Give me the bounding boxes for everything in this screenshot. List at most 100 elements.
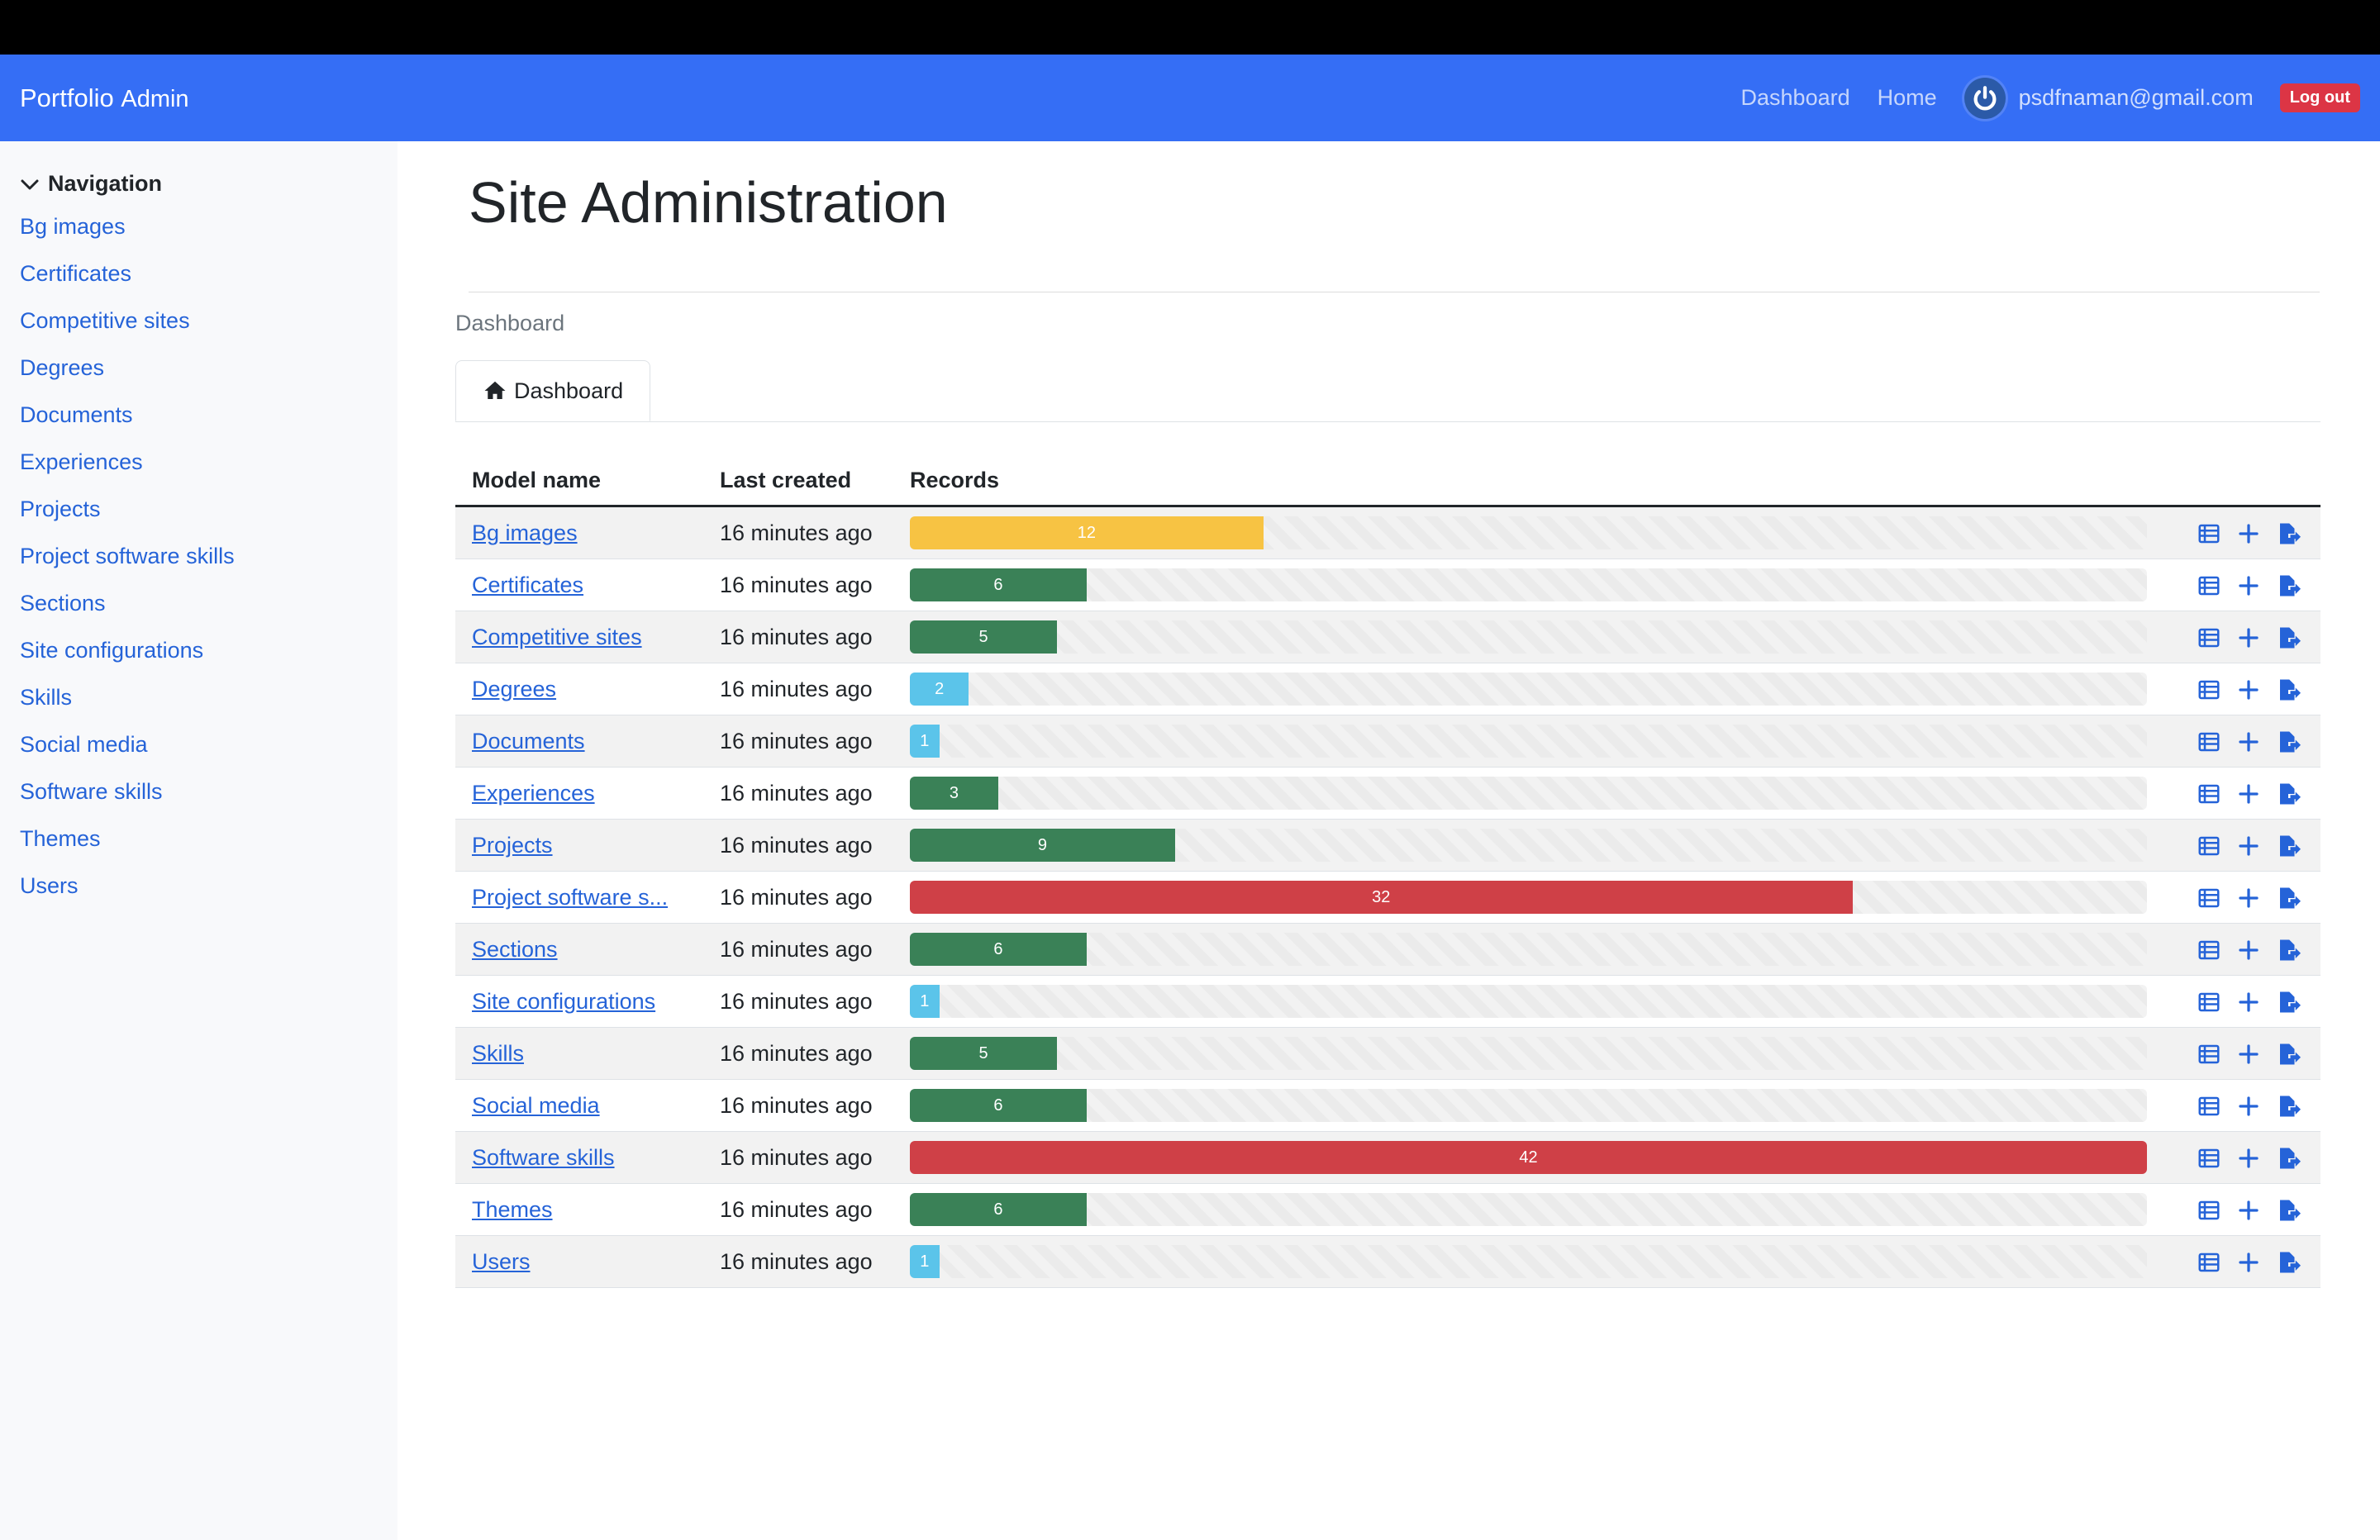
model-link[interactable]: Certificates — [472, 573, 583, 597]
avatar[interactable] — [1963, 77, 2006, 119]
model-link[interactable]: Sections — [472, 937, 558, 962]
records-bar: 5 — [910, 1037, 1058, 1070]
model-link[interactable]: Users — [472, 1249, 531, 1274]
model-link[interactable]: Site configurations — [472, 989, 655, 1014]
records-count: 32 — [1372, 887, 1391, 906]
navigation-heading[interactable]: Navigation — [20, 171, 397, 197]
export-file-icon[interactable] — [2276, 1146, 2301, 1171]
list-icon[interactable] — [2197, 1250, 2221, 1275]
records-count: 3 — [949, 783, 959, 802]
list-icon[interactable] — [2197, 1198, 2221, 1223]
table-row: Sections 16 minutes ago 6 — [455, 923, 2320, 976]
sidebar-item-project-software-skills[interactable]: Project software skills — [20, 533, 397, 580]
records-bar: 12 — [910, 516, 1264, 549]
tab-dashboard[interactable]: Dashboard — [455, 360, 651, 421]
export-file-icon[interactable] — [2276, 573, 2301, 598]
brand-logo[interactable]: Portfolio Admin — [20, 83, 189, 113]
export-file-icon[interactable] — [2276, 677, 2301, 702]
sidebar-item-experiences[interactable]: Experiences — [20, 439, 397, 486]
list-icon[interactable] — [2197, 573, 2221, 598]
list-icon[interactable] — [2197, 625, 2221, 650]
model-link[interactable]: Bg images — [472, 520, 578, 545]
list-icon[interactable] — [2197, 1094, 2221, 1119]
list-icon[interactable] — [2197, 521, 2221, 546]
model-link[interactable]: Projects — [472, 833, 553, 858]
plus-icon[interactable] — [2236, 1042, 2261, 1067]
model-link[interactable]: Documents — [472, 729, 585, 753]
list-icon[interactable] — [2197, 938, 2221, 962]
records-bar: 6 — [910, 1193, 1087, 1226]
plus-icon[interactable] — [2236, 1094, 2261, 1119]
export-file-icon[interactable] — [2276, 625, 2301, 650]
table-row: Certificates 16 minutes ago 6 — [455, 558, 2320, 611]
export-file-icon[interactable] — [2276, 886, 2301, 910]
sidebar-item-degrees[interactable]: Degrees — [20, 345, 397, 392]
export-file-icon[interactable] — [2276, 1198, 2301, 1223]
plus-icon[interactable] — [2236, 886, 2261, 910]
plus-icon[interactable] — [2236, 573, 2261, 598]
model-link[interactable]: Software skills — [472, 1145, 615, 1170]
plus-icon[interactable] — [2236, 1146, 2261, 1171]
plus-icon[interactable] — [2236, 677, 2261, 702]
list-icon[interactable] — [2197, 782, 2221, 806]
sidebar-item-projects[interactable]: Projects — [20, 486, 397, 533]
model-link[interactable]: Project software s... — [472, 885, 668, 910]
sidebar-item-social-media[interactable]: Social media — [20, 721, 397, 768]
plus-icon[interactable] — [2236, 730, 2261, 754]
row-actions — [2164, 1079, 2320, 1132]
sidebar-item-skills[interactable]: Skills — [20, 674, 397, 721]
export-file-icon[interactable] — [2276, 782, 2301, 806]
sidebar-item-users[interactable]: Users — [20, 863, 397, 910]
model-name-cell: Users — [455, 1235, 703, 1288]
sidebar-item-competitive-sites[interactable]: Competitive sites — [20, 297, 397, 345]
list-icon[interactable] — [2197, 1146, 2221, 1171]
nav-link-home[interactable]: Home — [1878, 85, 1937, 111]
list-icon[interactable] — [2197, 886, 2221, 910]
user-email[interactable]: psdfnaman@gmail.com — [2019, 85, 2254, 111]
export-file-icon[interactable] — [2276, 834, 2301, 858]
plus-icon[interactable] — [2236, 521, 2261, 546]
list-icon[interactable] — [2197, 730, 2221, 754]
plus-icon[interactable] — [2236, 990, 2261, 1015]
page-title: Site Administration — [469, 170, 948, 235]
model-name-cell: Software skills — [455, 1131, 703, 1184]
plus-icon[interactable] — [2236, 1198, 2261, 1223]
sidebar-item-bg-images[interactable]: Bg images — [20, 203, 397, 250]
nav-link-dashboard[interactable]: Dashboard — [1741, 85, 1850, 111]
sidebar-item-certificates[interactable]: Certificates — [20, 250, 397, 297]
export-file-icon[interactable] — [2276, 730, 2301, 754]
model-name-cell: Project software s... — [455, 871, 703, 924]
export-file-icon[interactable] — [2276, 1042, 2301, 1067]
list-icon[interactable] — [2197, 834, 2221, 858]
plus-icon[interactable] — [2236, 834, 2261, 858]
plus-icon[interactable] — [2236, 782, 2261, 806]
system-top-bar — [0, 0, 2380, 55]
main-content: Site Administration Dashboard Dashboard … — [397, 141, 2380, 1540]
export-file-icon[interactable] — [2276, 1094, 2301, 1119]
sidebar-item-themes[interactable]: Themes — [20, 815, 397, 863]
sidebar-item-site-configurations[interactable]: Site configurations — [20, 627, 397, 674]
export-file-icon[interactable] — [2276, 990, 2301, 1015]
sidebar-item-documents[interactable]: Documents — [20, 392, 397, 439]
model-link[interactable]: Competitive sites — [472, 625, 642, 649]
logout-button[interactable]: Log out — [2279, 83, 2360, 112]
model-link[interactable]: Themes — [472, 1197, 553, 1222]
plus-icon[interactable] — [2236, 625, 2261, 650]
list-icon[interactable] — [2197, 1042, 2221, 1067]
model-link[interactable]: Experiences — [472, 781, 595, 806]
model-link[interactable]: Skills — [472, 1041, 524, 1066]
export-file-icon[interactable] — [2276, 938, 2301, 962]
plus-icon[interactable] — [2236, 938, 2261, 962]
model-link[interactable]: Degrees — [472, 677, 556, 701]
export-file-icon[interactable] — [2276, 1250, 2301, 1275]
list-icon[interactable] — [2197, 990, 2221, 1015]
plus-icon[interactable] — [2236, 1250, 2261, 1275]
breadcrumb[interactable]: Dashboard — [455, 311, 2320, 339]
export-file-icon[interactable] — [2276, 521, 2301, 546]
sidebar-item-sections[interactable]: Sections — [20, 580, 397, 627]
sidebar-item-software-skills[interactable]: Software skills — [20, 768, 397, 815]
records-count: 6 — [993, 939, 1003, 958]
sidebar: Navigation Bg images Certificates Competit… — [0, 141, 397, 1540]
list-icon[interactable] — [2197, 677, 2221, 702]
model-link[interactable]: Social media — [472, 1093, 600, 1118]
